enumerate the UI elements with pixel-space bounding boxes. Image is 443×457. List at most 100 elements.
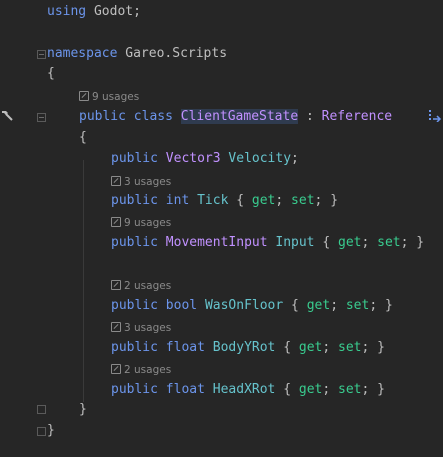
- semicolon: ;: [330, 298, 339, 313]
- semicolon: ;: [314, 193, 323, 208]
- semicolon: ;: [322, 340, 331, 355]
- open-brace: {: [79, 130, 87, 145]
- indent-guide: [83, 160, 84, 402]
- keyword-float: float: [165, 340, 205, 355]
- property-headxrot: HeadXRot: [212, 382, 276, 397]
- code-line-headxrot[interactable]: public float HeadXRot { get; set; }: [111, 380, 385, 400]
- editor-gutter: [0, 0, 36, 457]
- code-line-namespace[interactable]: namespace Gareo.Scripts: [47, 44, 227, 64]
- colon: :: [306, 109, 314, 124]
- usages-icon: [111, 176, 121, 186]
- keyword-float: float: [165, 382, 205, 397]
- keyword-class: class: [133, 109, 173, 124]
- usages-label: 3 usages: [124, 322, 172, 334]
- close-brace: }: [330, 193, 339, 208]
- semicolon: ;: [400, 235, 409, 250]
- keyword-public: public: [111, 298, 158, 313]
- accessor-get: get: [338, 235, 362, 250]
- accessor-get: get: [298, 382, 323, 397]
- semicolon: ;: [361, 235, 370, 250]
- open-brace: {: [47, 66, 55, 81]
- usages-hint[interactable]: 3 usages: [111, 321, 171, 335]
- code-line-bodyyrot[interactable]: public float BodyYRot { get; set; }: [111, 338, 385, 358]
- open-brace: {: [322, 235, 331, 250]
- semicolon: ;: [361, 382, 370, 397]
- usages-label: 3 usages: [124, 176, 172, 188]
- accessor-set: set: [377, 235, 401, 250]
- semicolon: ;: [133, 4, 141, 19]
- usages-icon: [111, 364, 121, 374]
- keyword-public: public: [111, 235, 158, 250]
- property-tick: Tick: [197, 193, 229, 208]
- code-line-wasonfloor[interactable]: public bool WasOnFloor { get; set; }: [111, 296, 393, 316]
- base-class: Reference: [321, 109, 393, 124]
- usages-label: 2 usages: [124, 280, 172, 292]
- keyword-public: public: [111, 193, 158, 208]
- accessor-set: set: [338, 382, 362, 397]
- code-line-input[interactable]: public MovementInput Input { get; set; }: [111, 233, 424, 253]
- fold-icon[interactable]: [37, 113, 46, 122]
- code-line-class[interactable]: public class ClientGameState : Reference: [79, 107, 392, 127]
- open-brace: {: [236, 193, 245, 208]
- accessor-get: get: [306, 298, 331, 313]
- class-name: ClientGameState: [180, 109, 299, 124]
- code-line-brace[interactable]: {: [47, 64, 55, 84]
- open-brace: {: [283, 382, 292, 397]
- usages-icon: [79, 91, 89, 101]
- accessor-get: get: [298, 340, 323, 355]
- fold-icon[interactable]: [37, 405, 46, 414]
- close-brace: }: [79, 402, 87, 417]
- semicolon: ;: [369, 298, 378, 313]
- semicolon: ;: [361, 340, 370, 355]
- usages-hint[interactable]: 2 usages: [111, 363, 171, 377]
- namespace-name: Gareo.Scripts: [125, 46, 228, 61]
- code-line-brace[interactable]: }: [47, 421, 55, 441]
- usages-hint[interactable]: 2 usages: [111, 279, 171, 293]
- accessor-set: set: [338, 340, 362, 355]
- inheritor-gutter-icon[interactable]: [428, 108, 443, 122]
- usages-hint[interactable]: 9 usages: [79, 90, 139, 104]
- keyword-public: public: [111, 340, 158, 355]
- property-bodyyrot: BodyYRot: [212, 340, 276, 355]
- code-line-brace[interactable]: {: [79, 128, 87, 148]
- keyword-namespace: namespace: [47, 46, 118, 61]
- hammer-icon[interactable]: [0, 108, 14, 122]
- fold-icon[interactable]: [37, 50, 46, 59]
- usages-icon: [111, 280, 121, 290]
- close-brace: }: [377, 382, 385, 397]
- close-brace: }: [377, 340, 385, 355]
- usages-icon: [111, 217, 121, 227]
- accessor-set: set: [345, 298, 370, 313]
- usages-hint[interactable]: 9 usages: [111, 216, 171, 230]
- code-line-using[interactable]: using Godot;: [47, 2, 141, 22]
- property-input: Input: [275, 235, 315, 250]
- open-brace: {: [283, 340, 292, 355]
- close-brace: }: [416, 235, 425, 250]
- accessor-set: set: [291, 193, 315, 208]
- keyword-public: public: [111, 151, 158, 166]
- semicolon: ;: [275, 193, 284, 208]
- accessor-get: get: [251, 193, 276, 208]
- code-line-velocity[interactable]: public Vector3 Velocity;: [111, 149, 299, 169]
- close-brace: }: [47, 423, 55, 438]
- keyword-int: int: [165, 193, 190, 208]
- usages-label: 2 usages: [124, 364, 172, 376]
- usages-label: 9 usages: [124, 217, 172, 229]
- type-movementinput: MovementInput: [165, 235, 268, 250]
- fold-icon[interactable]: [37, 427, 46, 436]
- usages-hint[interactable]: 3 usages: [111, 175, 171, 189]
- keyword-bool: bool: [165, 298, 198, 313]
- usages-label: 9 usages: [92, 91, 140, 103]
- keyword-public: public: [79, 109, 126, 124]
- open-brace: {: [291, 298, 299, 313]
- close-brace: }: [384, 298, 393, 313]
- semicolon: ;: [322, 382, 331, 397]
- field-velocity: Velocity: [228, 151, 292, 166]
- property-wasonfloor: WasOnFloor: [204, 298, 284, 313]
- keyword-public: public: [111, 382, 158, 397]
- code-editor[interactable]: using Godot; namespace Gareo.Scripts { 9…: [0, 0, 443, 457]
- code-line-brace[interactable]: }: [79, 400, 87, 420]
- usages-icon: [111, 322, 121, 332]
- code-line-tick[interactable]: public int Tick { get; set; }: [111, 191, 338, 211]
- namespace-godot: Godot: [93, 4, 134, 19]
